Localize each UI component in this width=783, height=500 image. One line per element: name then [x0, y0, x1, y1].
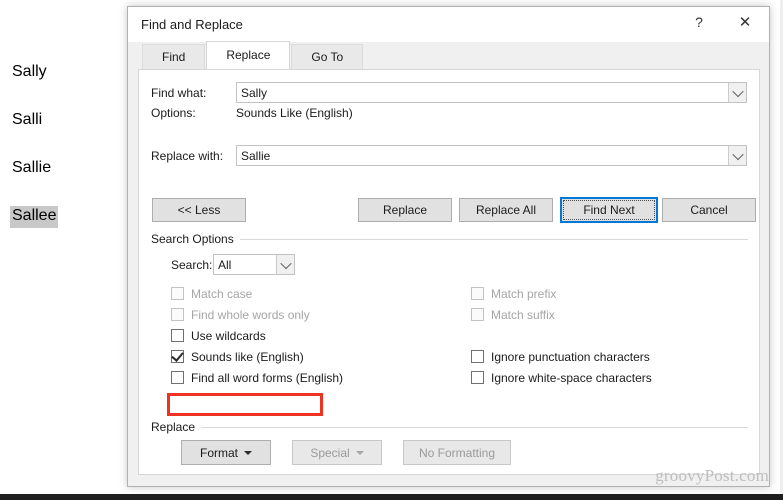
replace-tab-panel: Find what: Sally Options: Sounds Like (E…	[138, 69, 760, 475]
search-scope-value[interactable]: All	[214, 258, 276, 272]
document-word-selected[interactable]: Sallee	[10, 206, 59, 228]
checkbox-ignore-white-space[interactable]: Ignore white-space characters	[471, 368, 652, 387]
search-scope-label: Search:	[171, 257, 213, 272]
document-word[interactable]: Salli	[10, 110, 44, 132]
options-row: Options: Sounds Like (English)	[151, 106, 353, 120]
check-icon	[171, 349, 184, 362]
search-scope-dropdown-button[interactable]	[276, 255, 294, 274]
special-button[interactable]: Special	[292, 440, 382, 465]
replace-with-dropdown-button[interactable]	[728, 146, 746, 165]
search-scope-row: Search: All	[171, 254, 295, 275]
chevron-down-icon	[731, 85, 744, 97]
format-button-label: Format	[199, 445, 238, 460]
tab-strip: Find Replace Go To	[128, 41, 769, 69]
caret-down-icon	[355, 450, 364, 455]
checkbox-use-wildcards[interactable]: Use wildcards	[171, 326, 266, 345]
caret-down-icon	[244, 450, 252, 455]
checkbox-box	[171, 287, 184, 300]
no-formatting-button[interactable]: No Formatting	[403, 440, 511, 465]
replace-button[interactable]: Replace	[358, 198, 452, 222]
options-value: Sounds Like (English)	[236, 106, 353, 120]
tab-go-to-label: Go To	[311, 50, 344, 64]
checkbox-box	[171, 349, 184, 363]
checkbox-box	[471, 287, 484, 300]
document-word[interactable]: Sally	[10, 62, 49, 84]
find-next-button[interactable]: Find Next	[560, 197, 658, 223]
checkbox-ignore-punctuation[interactable]: Ignore punctuation characters	[471, 347, 650, 366]
cancel-button[interactable]: Cancel	[662, 198, 756, 222]
checkbox-sounds-like[interactable]: Sounds like (English)	[171, 347, 304, 366]
checkbox-label: Sounds like (English)	[191, 349, 304, 364]
replace-with-row: Replace with: Sallie	[151, 145, 747, 166]
replace-group-title: Replace	[151, 420, 202, 434]
checkbox-label: Match case	[191, 286, 253, 301]
replace-format-group: Replace Format Special No Formatting	[151, 420, 748, 472]
checkbox-box	[171, 329, 184, 342]
tab-replace[interactable]: Replace	[206, 41, 291, 69]
group-divider	[151, 427, 748, 428]
search-options-group: Search Options Search: All Match case Fi…	[151, 232, 748, 432]
chevron-down-icon	[731, 148, 744, 160]
search-scope-combobox[interactable]: All	[213, 254, 295, 275]
dialog-titlebar[interactable]: Find and Replace ? ✕	[128, 7, 769, 42]
checkbox-box	[171, 371, 184, 384]
checkbox-label: Ignore white-space characters	[491, 370, 652, 385]
find-what-row: Find what: Sally	[151, 82, 747, 103]
checkbox-label: Use wildcards	[191, 328, 266, 343]
tab-find-label: Find	[162, 50, 186, 64]
replace-all-button[interactable]: Replace All	[459, 198, 553, 222]
chevron-down-icon	[279, 257, 292, 269]
find-what-input[interactable]: Sally	[237, 86, 728, 100]
document-word[interactable]: Sallie	[10, 158, 53, 180]
checkbox-label: Find all word forms (English)	[191, 370, 344, 385]
replace-with-combobox[interactable]: Sallie	[236, 145, 747, 166]
find-next-label: Find Next	[583, 203, 635, 217]
checkbox-label: Match prefix	[491, 286, 557, 301]
find-and-replace-dialog: Find and Replace ? ✕ Find Replace Go To …	[127, 6, 770, 487]
find-what-combobox[interactable]: Sally	[236, 82, 747, 103]
sounds-like-highlight-annotation	[167, 393, 323, 416]
special-button-label: Special	[310, 445, 350, 460]
find-what-dropdown-button[interactable]	[728, 83, 746, 102]
checkbox-match-suffix[interactable]: Match suffix	[471, 305, 555, 324]
checkbox-match-prefix[interactable]: Match prefix	[471, 284, 556, 303]
close-icon[interactable]: ✕	[723, 7, 767, 37]
tab-find[interactable]: Find	[142, 44, 206, 69]
replace-with-input[interactable]: Sallie	[237, 149, 728, 163]
dialog-title: Find and Replace	[141, 17, 243, 32]
checkbox-label: Match suffix	[491, 307, 555, 322]
tab-replace-label: Replace	[226, 48, 271, 62]
checkbox-box	[171, 308, 184, 321]
options-label: Options:	[151, 106, 196, 120]
checkbox-box	[471, 350, 484, 363]
checkbox-label: Ignore punctuation characters	[491, 349, 650, 364]
search-options-title: Search Options	[151, 232, 240, 246]
checkbox-box	[471, 308, 484, 321]
checkbox-label: Find whole words only	[191, 307, 310, 322]
checkbox-box	[471, 371, 484, 384]
checkbox-find-whole-words-only[interactable]: Find whole words only	[171, 305, 310, 324]
document-word-list: Sally Salli Sallie Sallee	[10, 62, 120, 254]
replace-with-label: Replace with:	[151, 148, 224, 163]
tab-go-to[interactable]: Go To	[291, 44, 364, 69]
checkbox-find-all-word-forms[interactable]: Find all word forms (English)	[171, 368, 343, 387]
help-icon[interactable]: ?	[677, 7, 721, 37]
watermark: groovyPost.com	[655, 466, 769, 485]
find-what-label: Find what:	[151, 85, 207, 100]
less-button[interactable]: << Less	[152, 198, 246, 222]
checkbox-match-case[interactable]: Match case	[171, 284, 252, 303]
screenshot-bottom-bar	[0, 494, 783, 500]
format-button[interactable]: Format	[181, 440, 271, 465]
group-divider	[151, 239, 748, 240]
